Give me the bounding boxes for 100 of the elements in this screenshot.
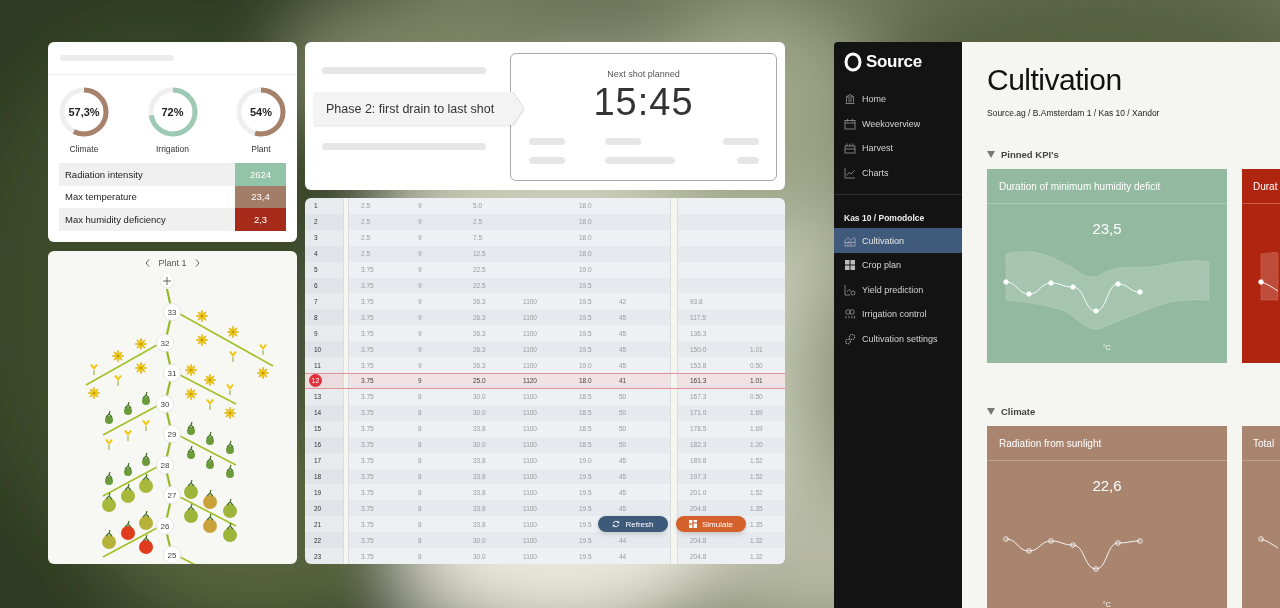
kpi-value: 23,5 — [1092, 220, 1122, 237]
flower-icon — [203, 373, 217, 387]
donut-value: 54% — [250, 106, 272, 118]
tomato-icon — [203, 489, 217, 509]
placeholder-bar — [736, 157, 759, 164]
nav-item[interactable]: Home — [834, 87, 962, 112]
section-title: Climate — [1001, 405, 1036, 417]
node-badge: 26 — [156, 517, 174, 535]
tomato-icon — [187, 445, 195, 459]
nav-item[interactable]: Cultivation — [834, 228, 962, 253]
flower-icon — [223, 406, 237, 420]
kpi-label: Radiation intensity — [59, 163, 235, 186]
kpi-value: 2,3 — [235, 208, 286, 231]
node-badge: 33 — [163, 303, 181, 321]
flower-icon — [105, 439, 113, 451]
logo-icon — [844, 52, 862, 72]
tomato-icon — [203, 513, 217, 533]
tomato-icon — [184, 503, 198, 523]
tomato-icon — [105, 410, 113, 424]
node-badge: 32 — [156, 334, 174, 352]
section-title: Pinned KPI's — [1001, 148, 1059, 160]
node-badge: 30 — [156, 395, 174, 413]
tomato-icon — [142, 391, 150, 405]
collapse-icon[interactable] — [987, 150, 995, 158]
flower-icon — [226, 384, 234, 396]
donut-chart — [57, 85, 111, 139]
logo-text: Source — [866, 52, 922, 72]
kpi-title: Duration of minimum humidity deficit — [999, 180, 1161, 192]
kpi-title: Durat — [1253, 180, 1278, 192]
nav-item[interactable]: Irrigation control — [834, 302, 962, 327]
flower-icon — [111, 349, 125, 363]
nav-item[interactable]: Charts — [834, 160, 962, 186]
phase-tag: Phase 2: first drain to last shot — [314, 92, 524, 125]
add-icon[interactable] — [159, 275, 175, 289]
flower-icon — [226, 325, 240, 339]
tomato-icon — [223, 522, 237, 542]
flower-icon — [195, 309, 209, 323]
flower-icon — [256, 366, 270, 380]
branch-line — [179, 496, 237, 527]
placeholder-bar — [528, 138, 565, 145]
tomato-icon — [102, 529, 116, 549]
tomato-icon — [206, 431, 214, 445]
placeholder-bar — [604, 138, 641, 145]
placeholder-bar — [528, 157, 565, 164]
node-badge: 27 — [163, 486, 181, 504]
sparkline-drawing — [1258, 252, 1279, 301]
nav-item[interactable]: Harvest — [834, 136, 962, 161]
tomato-icon — [105, 471, 113, 485]
tomato-icon — [124, 401, 132, 415]
plant-title: Plant 1 — [158, 258, 187, 268]
simulate-button[interactable]: Simulate — [676, 516, 746, 532]
flower-icon — [124, 430, 132, 442]
nav-item[interactable]: Crop plan — [834, 252, 962, 278]
chart-icon — [844, 167, 856, 180]
collapse-icon[interactable] — [987, 407, 995, 415]
tomato-icon — [226, 440, 234, 454]
tomato-icon — [121, 520, 135, 540]
nav-item[interactable]: Weekoverview — [834, 111, 962, 137]
tomato-icon — [139, 473, 153, 493]
tomato-icon — [187, 421, 195, 435]
chevron-right-icon[interactable] — [194, 259, 200, 267]
kpi-card[interactable]: Durat — [1242, 169, 1280, 363]
tomato-icon — [139, 510, 153, 530]
flower-icon — [206, 399, 214, 411]
branch-line — [102, 466, 158, 497]
crate-icon — [844, 142, 856, 155]
nav-item[interactable]: Yield prediction — [834, 277, 962, 303]
kpi-title: Radiation from sunlight — [999, 437, 1102, 449]
building-icon — [844, 93, 856, 106]
kpi-title: Total — [1253, 437, 1275, 449]
kpi-value: 2624 — [235, 163, 286, 186]
branch-line — [102, 405, 158, 436]
node-badge: 28 — [156, 456, 174, 474]
donut-chart — [234, 85, 288, 139]
grid-icon — [844, 259, 856, 272]
greenhouse-icon — [844, 234, 856, 247]
tomato-icon — [223, 498, 237, 518]
flower-icon — [142, 420, 150, 432]
flower-icon — [87, 386, 101, 400]
grid-icon — [688, 520, 697, 528]
branch-line — [179, 374, 237, 405]
flower-icon — [134, 337, 148, 351]
next-shot-label: Next shot planned — [607, 69, 680, 79]
refresh-button[interactable]: Refresh — [598, 516, 668, 532]
flower-icon — [229, 351, 237, 363]
group-title: Kas 10 / Pomodolce — [843, 212, 926, 226]
tomato-icon — [206, 455, 214, 469]
kpi-value: 23,4 — [235, 185, 286, 208]
nav-item[interactable]: Cultivation settings — [834, 326, 962, 352]
tomato-icon — [124, 462, 132, 476]
tomato-icon — [184, 479, 198, 499]
tomato-icon — [142, 452, 150, 466]
flower-icon — [184, 387, 198, 401]
sparkline-drawing — [1258, 536, 1279, 549]
kpi-label: Max humidity deficiency — [59, 208, 235, 231]
tomato-icon — [226, 464, 234, 478]
kpi-value: 22,6 — [1092, 477, 1122, 494]
shot-time: 15:45 — [593, 81, 694, 124]
chevron-left-icon[interactable] — [145, 259, 151, 267]
tomato-icon — [102, 492, 116, 512]
